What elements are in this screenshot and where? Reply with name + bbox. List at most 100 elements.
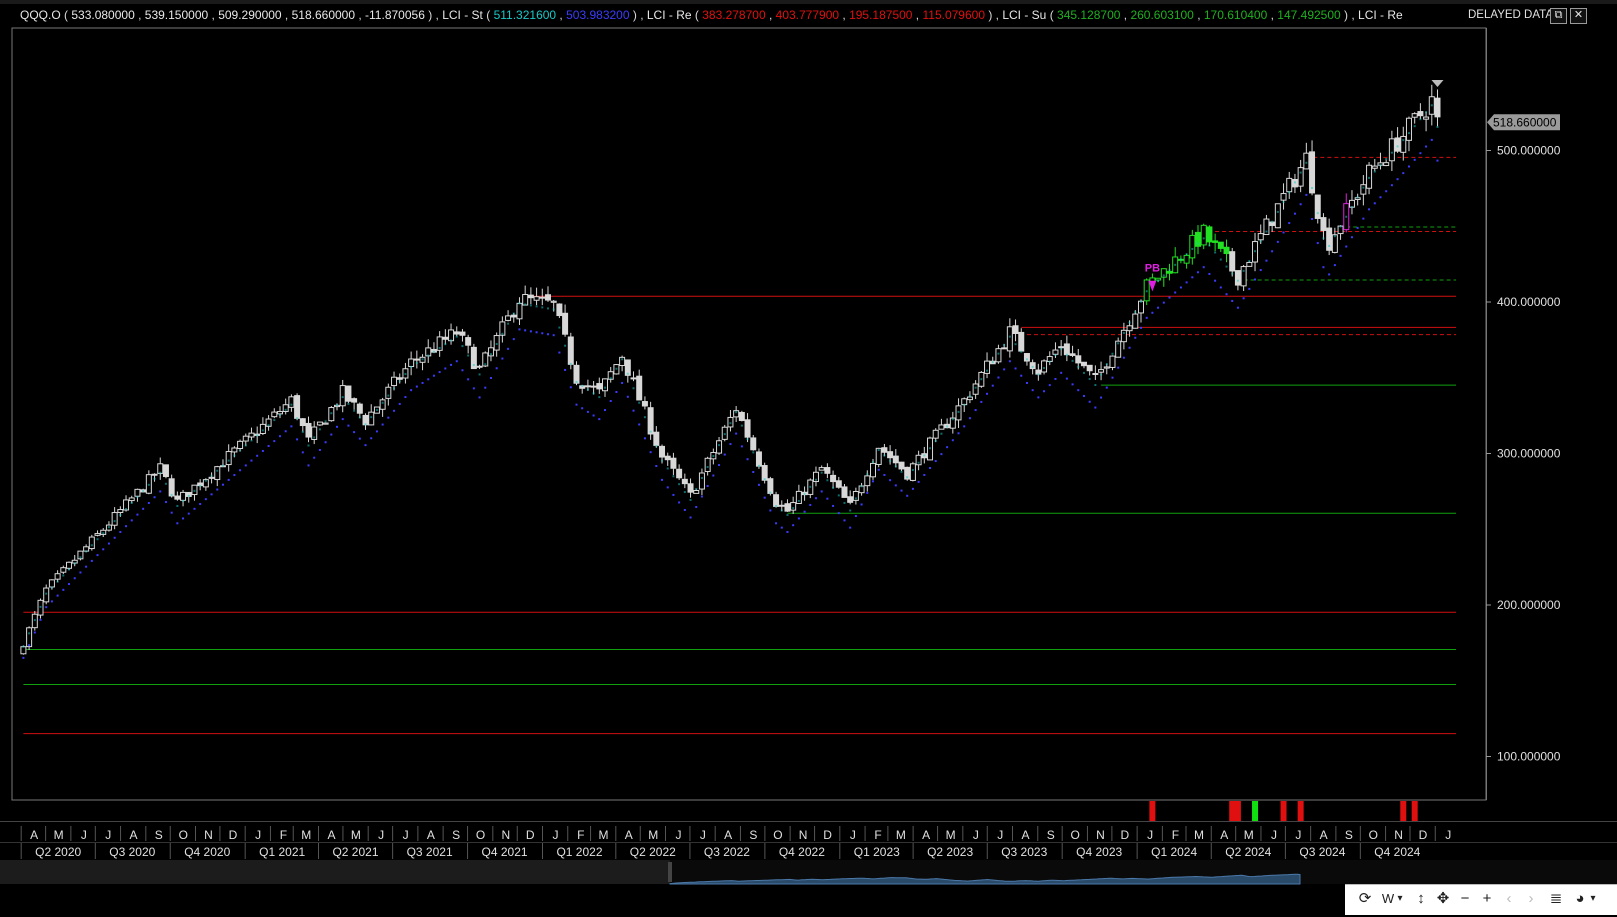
stop-dot-alt: [113, 520, 116, 523]
stop-dot-alt: [415, 362, 418, 365]
stop-dot-alt: [700, 476, 703, 479]
stop-dot: [62, 588, 65, 591]
stop-dot-alt: [461, 345, 464, 348]
signal-bar: [1229, 801, 1236, 821]
stop-dot: [740, 445, 743, 448]
candle-body: [727, 416, 734, 428]
stop-dot-alt: [216, 469, 219, 472]
stop-dot-alt: [1157, 279, 1160, 282]
stop-dot-alt: [301, 430, 304, 433]
stop-dot-alt: [421, 358, 424, 361]
candle-body: [533, 296, 540, 301]
vertical-resize-icon[interactable]: ↕: [1413, 889, 1429, 909]
quarter-label: Q2 2020: [35, 845, 81, 859]
stop-dot: [1162, 301, 1165, 304]
stop-dot-alt: [1077, 365, 1080, 368]
stop-dot: [1368, 208, 1371, 211]
candle-body: [510, 314, 517, 318]
month-label: S: [1047, 828, 1055, 842]
stop-dot-alt: [900, 470, 903, 473]
stop-dot-alt: [706, 466, 709, 469]
stop-dot-alt: [278, 413, 281, 416]
stop-dot-alt: [187, 494, 190, 497]
stop-dot-alt: [1145, 290, 1148, 293]
stop-dot: [415, 385, 418, 388]
candle-body: [1326, 227, 1333, 251]
stop-dot: [609, 400, 612, 403]
stop-dot: [461, 369, 464, 372]
stop-dot: [1293, 212, 1296, 215]
y-tick-label: 100.000000: [1497, 750, 1561, 764]
stop-dot: [210, 493, 213, 496]
palette-caret-icon[interactable]: ▾: [1588, 889, 1598, 909]
zoom-out-icon[interactable]: −: [1456, 889, 1474, 909]
stop-dot-alt: [1043, 367, 1046, 370]
stop-dot-alt: [495, 342, 498, 345]
candle-body: [750, 437, 757, 451]
candle-body: [881, 447, 888, 453]
stop-dot: [906, 494, 909, 497]
candle-body: [687, 483, 694, 493]
price-chart[interactable]: 100.000000 200.000000 300.000000 400.000000…: [0, 0, 1617, 917]
candle-body: [1383, 162, 1390, 167]
candle-body: [1058, 346, 1065, 349]
stop-dot: [854, 515, 857, 518]
candle-body: [214, 466, 221, 481]
stop-dot: [256, 454, 259, 457]
menu-icon[interactable]: ≣: [1547, 889, 1565, 909]
stop-dot-alt: [968, 395, 971, 398]
stop-dot: [341, 418, 344, 421]
stop-dot: [866, 491, 869, 494]
timeframe-caret-icon[interactable]: ▾: [1395, 889, 1405, 909]
month-label: J: [700, 828, 706, 842]
stop-dot-alt: [763, 478, 766, 481]
candle-body: [1041, 360, 1048, 373]
stop-dot: [507, 347, 510, 350]
palette-icon[interactable]: ◕: [1571, 889, 1589, 909]
stop-dot-alt: [946, 425, 949, 428]
stop-dot: [980, 400, 983, 403]
stop-dot: [444, 367, 447, 370]
stop-dot-alt: [1276, 210, 1279, 213]
prev-page-icon[interactable]: ‹: [1502, 889, 1516, 909]
stop-dot-alt: [672, 475, 675, 478]
pan-icon[interactable]: ✥: [1434, 889, 1452, 909]
stop-dot: [1202, 266, 1205, 269]
stop-dot-alt: [472, 363, 475, 366]
quarter-label: Q4 2024: [1374, 845, 1420, 859]
candle-body: [1166, 270, 1173, 274]
zoom-in-icon[interactable]: +: [1478, 889, 1496, 909]
stop-dot-alt: [638, 401, 641, 404]
candle-body: [66, 561, 73, 569]
candle-body: [641, 401, 648, 407]
stop-dot-alt: [1014, 343, 1017, 346]
month-label: J: [676, 828, 682, 842]
stop-dot: [934, 460, 937, 463]
stop-dot-alt: [626, 372, 629, 375]
stop-dot-alt: [889, 459, 892, 462]
stop-dot-alt: [370, 416, 373, 419]
candle-body: [1400, 135, 1407, 153]
stop-dot: [1333, 264, 1336, 267]
stop-dot: [1134, 336, 1137, 339]
stop-dot: [1003, 368, 1006, 371]
timeframe-select[interactable]: W: [1381, 889, 1395, 909]
candle-body: [932, 429, 939, 439]
candle-body: [54, 573, 61, 580]
stop-dot-alt: [963, 403, 966, 406]
stop-dot-alt: [689, 498, 692, 501]
refresh-icon[interactable]: ⟳: [1355, 889, 1375, 909]
stop-dot: [541, 332, 544, 335]
candle-body: [305, 422, 312, 438]
stop-dot-alt: [512, 312, 515, 315]
month-label: O: [476, 828, 485, 842]
candle-body: [276, 411, 283, 415]
next-page-icon[interactable]: ›: [1524, 889, 1538, 909]
stop-dot-alt: [1339, 225, 1342, 228]
stop-dot-alt: [410, 365, 413, 368]
stop-dot-alt: [199, 484, 202, 487]
candle-body: [869, 462, 876, 478]
month-label: S: [749, 828, 757, 842]
stop-dot: [1345, 245, 1348, 248]
stop-dot: [569, 386, 572, 389]
